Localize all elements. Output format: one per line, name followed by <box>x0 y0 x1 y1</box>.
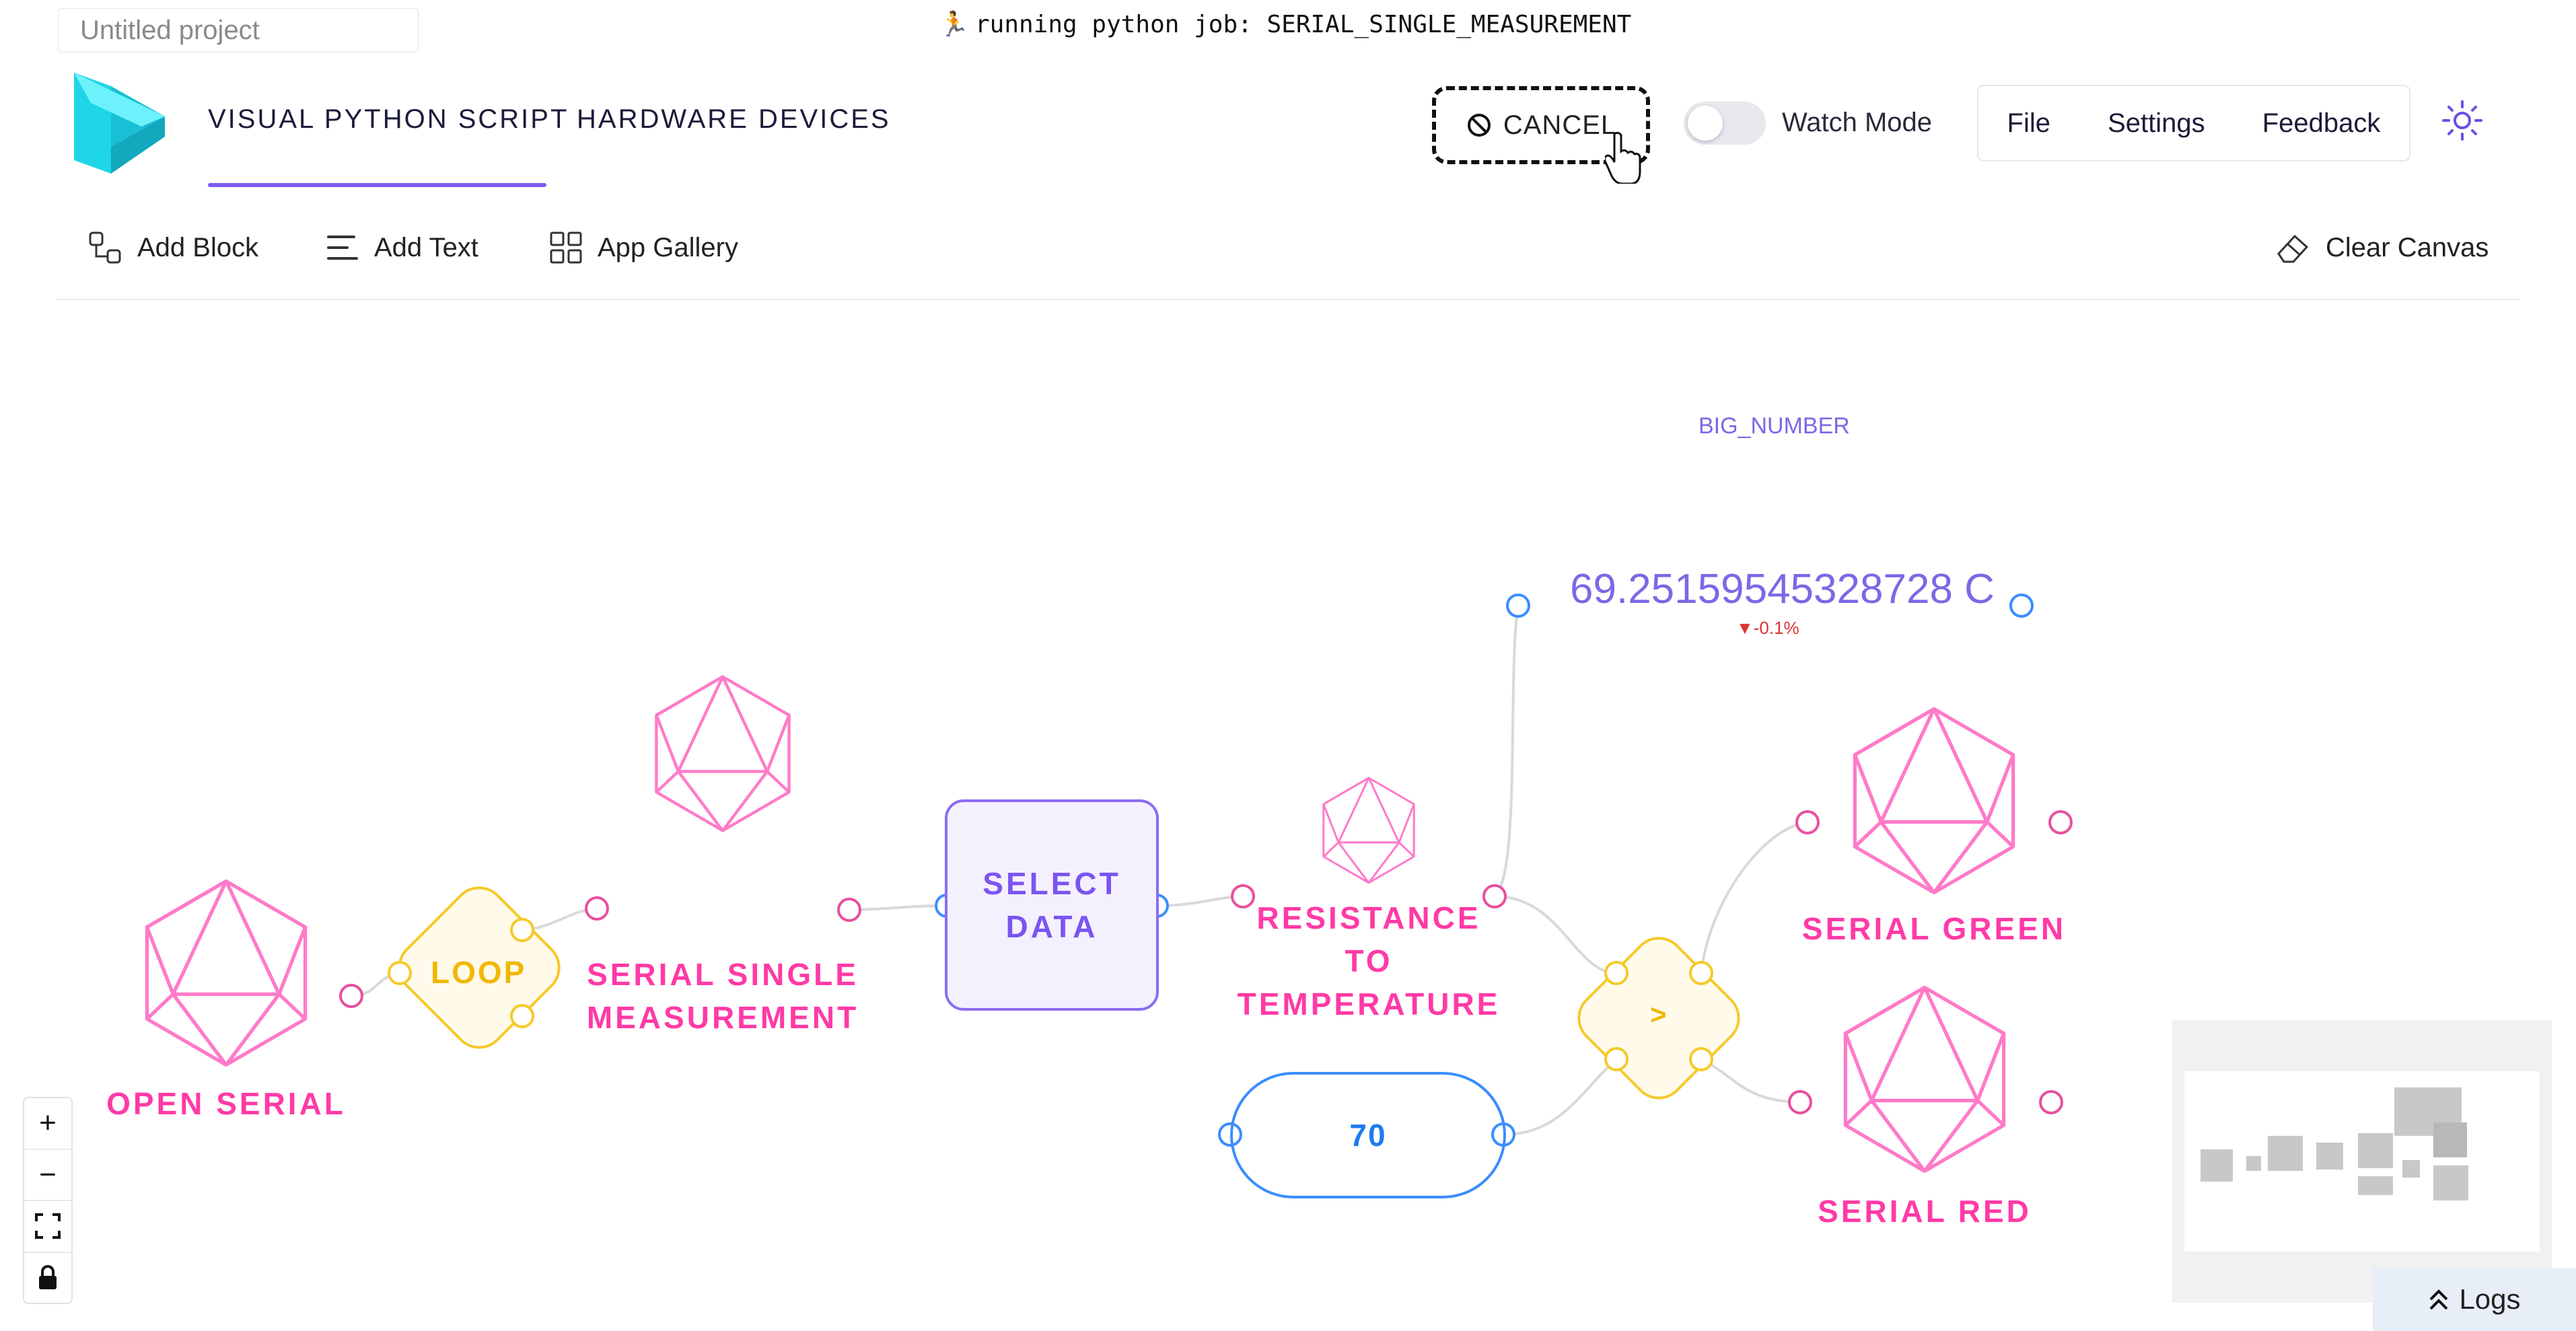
big-number-value: 69.25159545328728 C <box>1570 566 1995 612</box>
serial-green-label: SERIAL GREEN <box>1801 911 2067 946</box>
fit-view-icon <box>35 1213 61 1239</box>
minimap-node <box>2268 1136 2303 1171</box>
minimap-node <box>2402 1160 2420 1178</box>
compare-operator-label: > <box>1650 999 1667 1030</box>
minimap-node <box>2433 1165 2468 1200</box>
zoom-controls: + − <box>23 1097 73 1304</box>
resistance-to-temperature-icon <box>1322 777 1415 884</box>
minimap-node <box>2316 1143 2343 1170</box>
open-serial-icon <box>147 882 305 1065</box>
zoom-out-button[interactable]: − <box>24 1150 71 1201</box>
lock-icon <box>39 1264 57 1289</box>
minimap-node <box>2358 1176 2393 1195</box>
minimap-node <box>2246 1156 2261 1171</box>
serial-red-label: SERIAL RED <box>1818 1194 2032 1229</box>
serial-single-measurement-icon <box>656 677 789 831</box>
loop-label: LOOP <box>431 955 527 990</box>
fit-view-button[interactable] <box>24 1201 71 1253</box>
logs-label: Logs <box>2459 1283 2521 1315</box>
open-serial-label: OPEN SERIAL <box>106 1086 346 1121</box>
lock-button[interactable] <box>24 1253 71 1303</box>
select-data-node[interactable]: SELECT DATA <box>945 799 1159 1011</box>
serial-green-icon <box>1855 709 2013 893</box>
logs-button[interactable]: Logs <box>2373 1268 2576 1331</box>
big-number-title: BIG_NUMBER <box>1698 413 1850 439</box>
chevrons-up-icon <box>2430 1289 2448 1310</box>
minimap-viewport <box>2184 1071 2540 1252</box>
edge <box>1700 821 1808 974</box>
edge <box>849 904 947 911</box>
big-number-delta: ▼-0.1% <box>1736 618 1799 638</box>
constant-node[interactable]: 70 <box>1230 1072 1506 1198</box>
edge <box>1701 1058 1801 1104</box>
zoom-in-button[interactable]: + <box>24 1098 71 1150</box>
edge <box>1503 1058 1618 1136</box>
handles[interactable] <box>339 593 2073 1147</box>
minimap-node <box>2201 1149 2233 1182</box>
serial-red-icon <box>1845 988 2003 1172</box>
minimap-node <box>2433 1122 2467 1157</box>
edge <box>1494 895 1617 974</box>
edge <box>1493 605 1519 898</box>
minimap-node <box>2358 1133 2393 1168</box>
serial-single-measurement-label: SERIAL SINGLE MEASUREMENT <box>586 957 859 1035</box>
resistance-to-temperature-label: RESISTANCE TO TEMPERATURE <box>1237 900 1501 1021</box>
